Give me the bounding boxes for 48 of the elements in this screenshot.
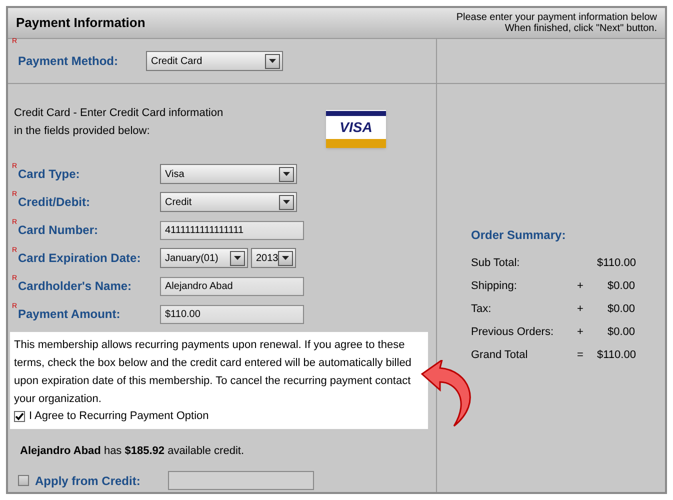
field-label: Card Number:: [18, 222, 100, 239]
dropdown-arrow-icon: [282, 256, 290, 260]
summary-label: Grand Total: [471, 348, 529, 364]
field-label: Card Type:: [18, 166, 81, 183]
field-label: Credit/Debit:: [18, 194, 91, 211]
summary-label: Sub Total:: [471, 256, 521, 272]
input-field[interactable]: $110.00: [160, 304, 304, 324]
input-field[interactable]: 4111111111111111: [160, 220, 304, 240]
summary-title: Order Summary:: [471, 227, 567, 244]
credit-note: Alejandro Abad has $185.92 available credit.: [20, 444, 246, 458]
summary-amount: $0.00: [606, 325, 635, 340]
input-field[interactable]: Alejandro Abad: [160, 276, 304, 296]
dropdown-arrow-icon: [269, 59, 276, 63]
field-label: Payment Amount:: [18, 306, 122, 323]
summary-label: Shipping:: [471, 279, 518, 294]
input-field[interactable]: [168, 471, 314, 490]
summary-label: Tax:: [471, 302, 492, 318]
dropdown[interactable]: 2013: [251, 248, 296, 268]
summary-label: Previous Orders:: [471, 325, 555, 340]
panel-title: Payment Information: [16, 14, 146, 32]
dropdown[interactable]: Credit: [160, 192, 297, 212]
dropdown[interactable]: January(01): [160, 248, 248, 268]
checkbox[interactable]: [18, 475, 29, 486]
instruction-text: When finished, click "Next" button.: [504, 23, 657, 34]
field-label: Card Expiration Date:: [18, 250, 142, 267]
dropdown-arrow-icon: [283, 172, 290, 176]
field-label: Payment Method:: [18, 53, 120, 70]
intro-text: Credit Card - Enter Credit Card information: [14, 106, 224, 121]
summary-amount: $110.00: [597, 256, 635, 272]
operator-sign: =: [577, 348, 584, 364]
instruction-text: Please enter your payment information below: [456, 12, 657, 23]
dropdown-arrow-icon: [234, 256, 241, 260]
operator-sign: +: [577, 302, 584, 318]
summary-amount: $0.00: [606, 302, 635, 318]
payment-method-dropdown[interactable]: Credit Card: [146, 51, 283, 71]
notice-text: This membership allows recurring payments upon renewal. If you agree to these terms, check the box below and the credit card entered will be automatically billed upon expiration date of this membership. To cancel the recurring payment contact your organization.: [14, 338, 412, 407]
operator-sign: +: [577, 279, 584, 294]
summary-amount: $0.00: [606, 279, 635, 294]
checkbox-label: I Agree to Recurring Payment Option: [29, 409, 209, 424]
dropdown[interactable]: Visa: [160, 164, 297, 184]
dropdown-arrow-icon: [283, 200, 290, 204]
operator-sign: +: [577, 325, 584, 340]
checkbox[interactable]: [14, 410, 25, 422]
field-label: Cardholder's Name:: [18, 278, 133, 295]
field-label: Apply from Credit:: [35, 472, 142, 490]
summary-amount: $110.00: [597, 348, 635, 364]
intro-text: in the fields provided below:: [14, 124, 151, 139]
visa-card-logo: VISA: [326, 110, 386, 148]
